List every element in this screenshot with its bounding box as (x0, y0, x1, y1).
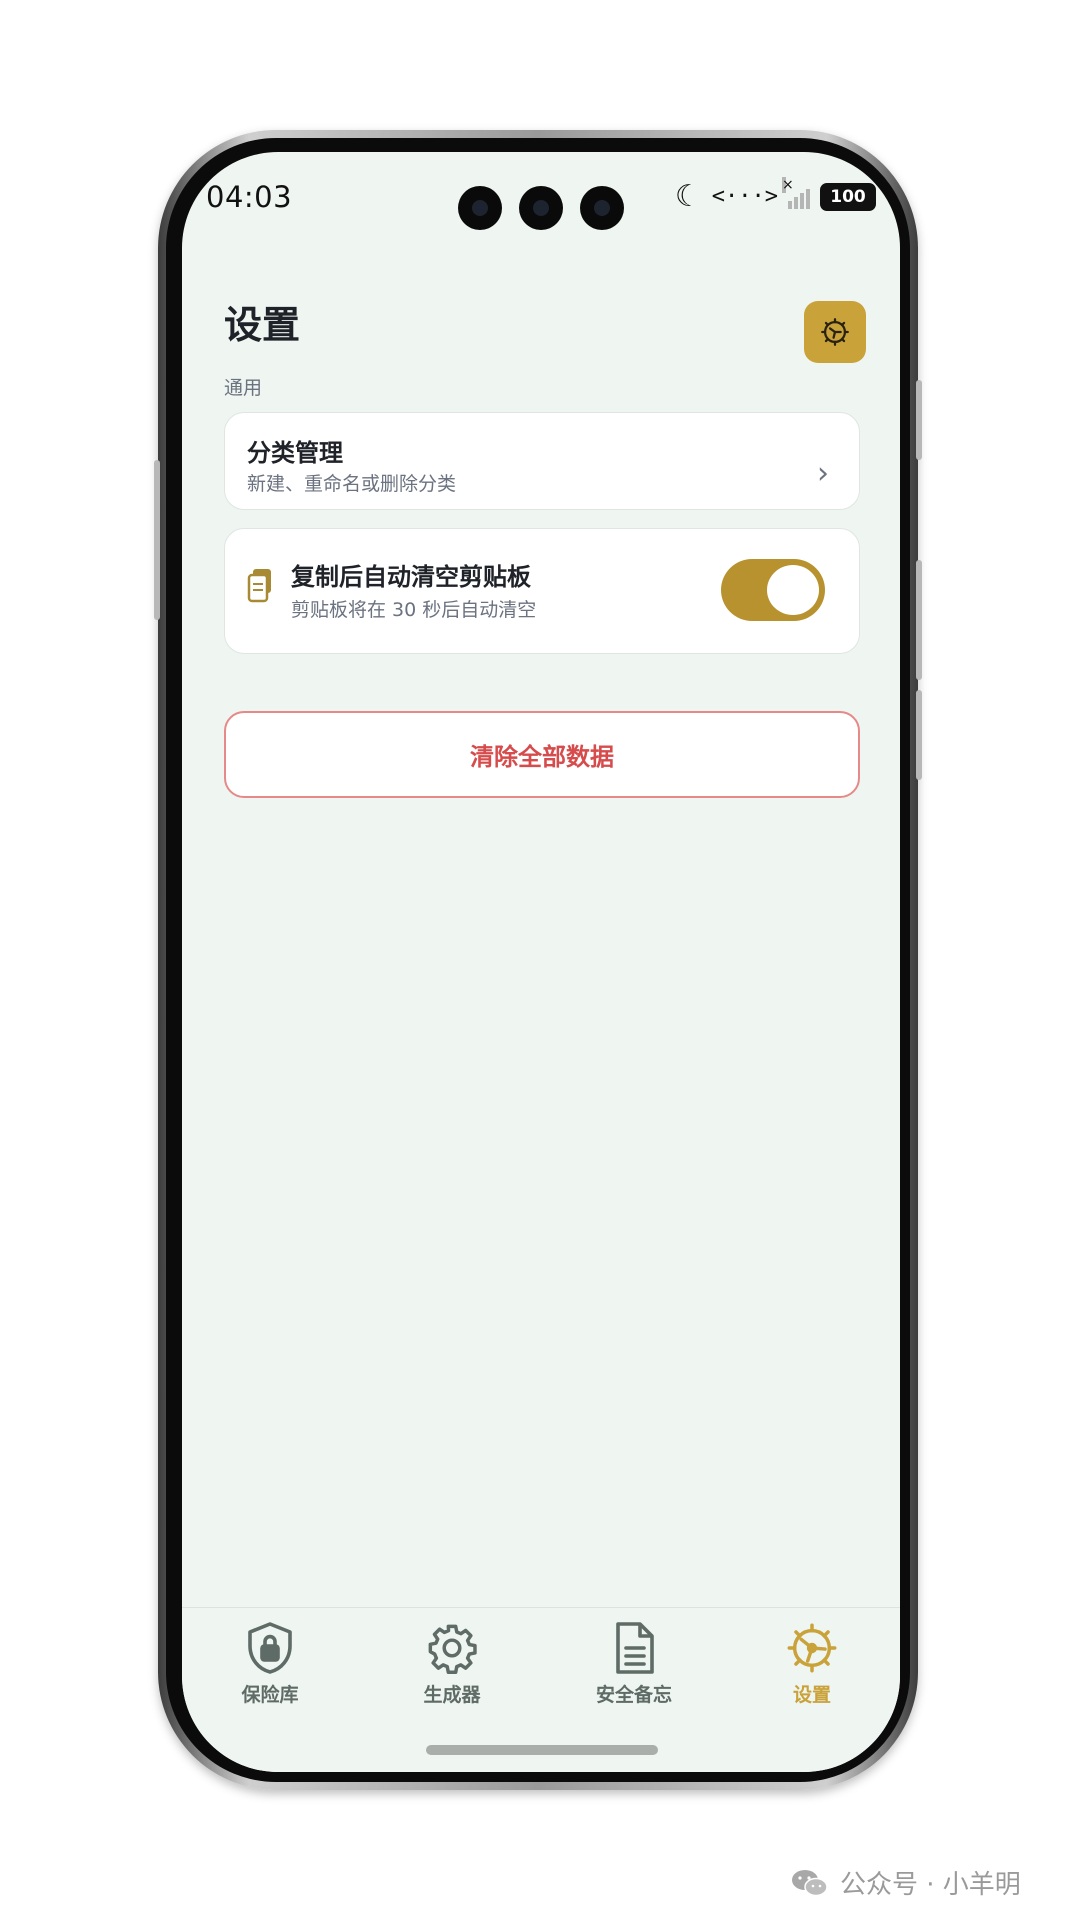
nav-label-generator: 生成器 (423, 1684, 481, 1706)
side-button-left (154, 460, 160, 620)
page-title: 设置 (224, 303, 301, 347)
clear-all-data-button[interactable]: 清除全部数据 (224, 711, 860, 798)
side-button-right-1 (916, 380, 922, 460)
clipboard-title: 复制后自动清空剪贴板 (291, 563, 531, 591)
moon-icon: ☾ (674, 179, 702, 214)
header-settings-button[interactable] (804, 301, 866, 363)
watermark-text: 公众号 · 小羊明 (840, 1870, 1021, 1900)
document-icon (616, 1622, 654, 1674)
side-button-right-2 (916, 560, 922, 680)
section-label-general: 通用 (224, 377, 263, 399)
side-button-right-3 (916, 690, 922, 780)
clipboard-toggle[interactable] (721, 559, 825, 621)
clipboard-icon (247, 569, 271, 603)
wechat-icon (792, 1869, 828, 1896)
nav-label-secure-notes: 安全备忘 (595, 1684, 672, 1706)
status-time: 04:03 (206, 180, 293, 214)
camera-cutout-3 (580, 186, 624, 230)
status-icons: ☾ <···> × 100 (674, 177, 876, 214)
settings-wheel-icon (787, 1623, 837, 1673)
battery-indicator: 100 (820, 183, 876, 211)
signal-off-mark: × (782, 177, 794, 193)
category-management-card[interactable]: 分类管理 新建、重命名或删除分类 › (224, 412, 860, 510)
toggle-knob (767, 565, 819, 615)
camera-cutout-2 (519, 186, 563, 230)
camera-cutout-1 (458, 186, 502, 230)
clipboard-subtitle: 剪贴板将在 30 秒后自动清空 (291, 599, 537, 621)
nav-label-settings: 设置 (792, 1684, 831, 1706)
nav-label-vault: 保险库 (241, 1684, 299, 1706)
phone-screen: 04:03 ☾ <···> × 100 设置 通用 分类管理 新建、重命名或删除… (182, 152, 900, 1772)
gear-icon (821, 318, 849, 346)
gear-icon (428, 1624, 477, 1674)
status-bar: 04:03 ☾ <···> × 100 (182, 152, 900, 242)
clipboard-clear-card: 复制后自动清空剪贴板 剪贴板将在 30 秒后自动清空 (224, 528, 860, 654)
chevron-right-icon: › (817, 456, 829, 491)
signal-icon: × (782, 177, 810, 209)
watermark: 公众号 · 小羊明 (790, 1864, 1021, 1901)
network-icon: <···> (711, 184, 778, 209)
home-indicator[interactable] (426, 1745, 658, 1755)
category-title: 分类管理 (247, 439, 343, 467)
shield-lock-icon (248, 1622, 292, 1674)
category-subtitle: 新建、重命名或删除分类 (247, 473, 457, 495)
